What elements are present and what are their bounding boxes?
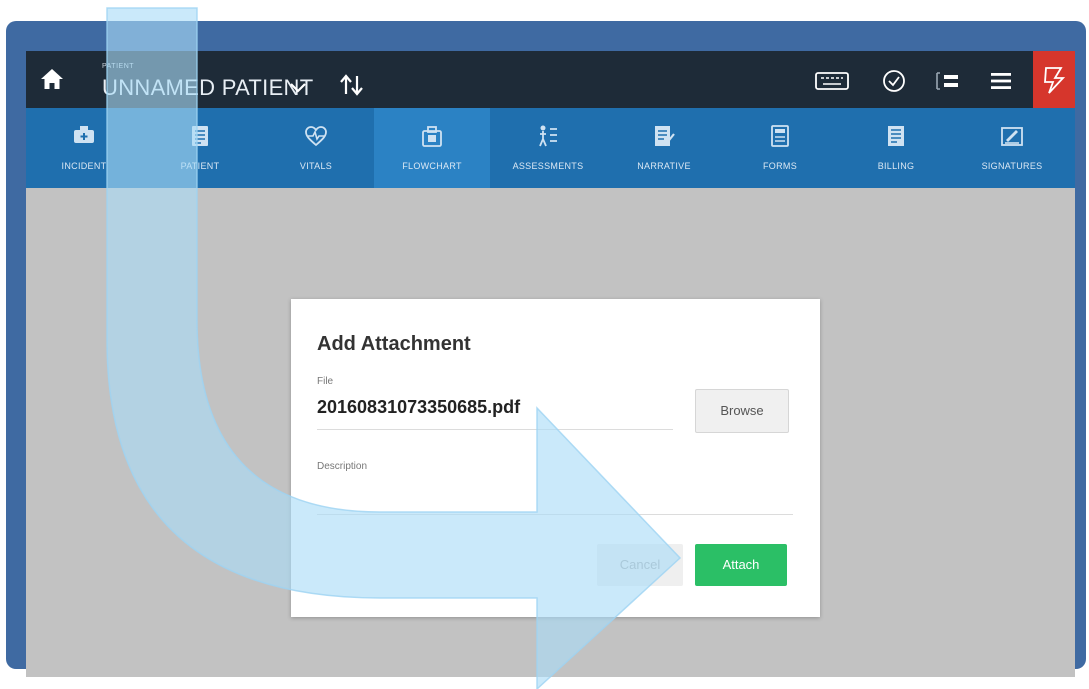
medical-bag-icon	[422, 126, 442, 147]
nav-item-incident[interactable]: INCIDENT	[26, 108, 142, 188]
patient-caption: PATIENT	[102, 63, 135, 70]
browse-button[interactable]: Browse	[695, 389, 789, 433]
description-field[interactable]	[317, 514, 793, 515]
nav-item-flowchart[interactable]: FLOWCHART	[374, 108, 490, 188]
nav-label: SIGNATURES	[981, 161, 1043, 171]
patient-name[interactable]: UNNAMED PATIENT	[102, 75, 313, 101]
billing-icon	[888, 126, 904, 146]
nav-label: FORMS	[763, 161, 797, 171]
nav-label: ASSESSMENTS	[512, 161, 584, 171]
heart-pulse-icon	[305, 126, 327, 147]
assessment-icon	[539, 125, 557, 147]
nav-item-assessments[interactable]: ASSESSMENTS	[490, 108, 606, 188]
attach-button[interactable]: Attach	[695, 544, 787, 586]
forms-icon	[771, 125, 789, 147]
alert-icon	[1044, 67, 1066, 94]
nav-item-narrative[interactable]: NARRATIVE	[606, 108, 722, 188]
app-screen: PATIENT UNNAMED PATIENT INCIDENT PATIENT…	[26, 51, 1075, 677]
add-attachment-dialog: Add Attachment File 20160831073350685.pd…	[291, 299, 820, 617]
keyboard-icon[interactable]	[814, 69, 850, 93]
nav-item-vitals[interactable]: VITALS	[258, 108, 374, 188]
nav-label: INCIDENT	[61, 161, 107, 171]
patient-icon	[192, 126, 208, 146]
nav-label: VITALS	[299, 161, 333, 171]
list-icon[interactable]	[934, 69, 960, 93]
sort-arrows-icon[interactable]	[338, 73, 366, 97]
nav-item-billing[interactable]: BILLING	[838, 108, 954, 188]
cancel-button[interactable]: Cancel	[597, 544, 683, 586]
description-label: Description	[317, 461, 368, 472]
narrative-icon	[655, 126, 675, 146]
section-nav: INCIDENT PATIENT VITALS FLOWCHART ASSESS…	[26, 108, 1075, 188]
device-frame: PATIENT UNNAMED PATIENT INCIDENT PATIENT…	[6, 21, 1086, 677]
home-icon[interactable]	[38, 66, 66, 92]
nav-label: FLOWCHART	[402, 161, 462, 171]
alert-button[interactable]	[1033, 51, 1075, 108]
chevron-down-icon[interactable]	[288, 81, 308, 95]
file-field[interactable]: 20160831073350685.pdf	[317, 397, 520, 418]
dialog-title: Add Attachment	[317, 333, 471, 355]
nav-item-signatures[interactable]: SIGNATURES	[954, 108, 1070, 188]
nav-item-patient[interactable]: PATIENT	[142, 108, 258, 188]
nav-item-forms[interactable]: FORMS	[722, 108, 838, 188]
check-circle-icon[interactable]	[882, 69, 906, 93]
nav-label: BILLING	[877, 161, 915, 171]
nav-label: NARRATIVE	[637, 161, 691, 171]
signature-icon	[1001, 127, 1023, 146]
file-label: File	[317, 376, 334, 387]
top-bar: PATIENT UNNAMED PATIENT	[26, 51, 1075, 108]
file-underline	[317, 429, 673, 430]
ambulance-icon	[74, 126, 94, 143]
nav-label: PATIENT	[180, 161, 220, 171]
menu-icon[interactable]	[989, 69, 1013, 93]
